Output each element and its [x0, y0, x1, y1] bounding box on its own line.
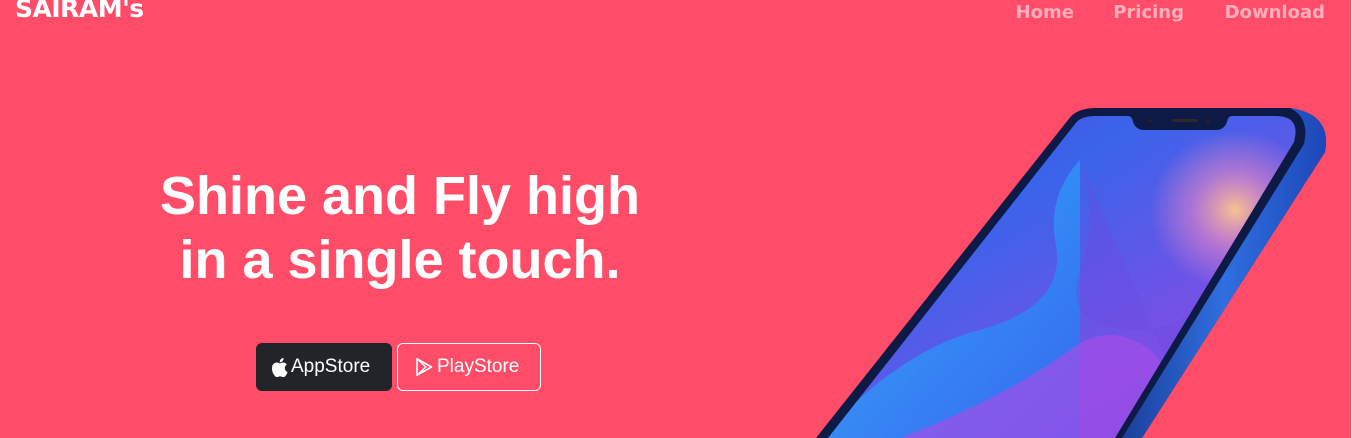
page: SAIRAM's Home Pricing Download Shine and…: [0, 0, 1352, 438]
hero-headline: Shine and Fly high in a single touch.: [120, 164, 680, 292]
nav-link-download[interactable]: Download: [1225, 2, 1325, 23]
apple-icon: [271, 357, 288, 377]
hero-headline-line-1: Shine and Fly high: [159, 166, 640, 226]
hero-headline-line-2: in a single touch.: [179, 230, 621, 290]
playstore-button[interactable]: PlayStore: [397, 343, 541, 391]
nav-link-home[interactable]: Home: [1016, 2, 1074, 23]
nav-link-pricing[interactable]: Pricing: [1113, 2, 1184, 23]
playstore-button-label: PlayStore: [437, 356, 520, 377]
google-play-icon: [414, 357, 434, 377]
brand-logo[interactable]: SAIRAM's: [15, 0, 144, 23]
appstore-button-label: AppStore: [291, 356, 371, 377]
smartphone-image: [816, 108, 1326, 438]
appstore-button[interactable]: AppStore: [256, 343, 392, 391]
